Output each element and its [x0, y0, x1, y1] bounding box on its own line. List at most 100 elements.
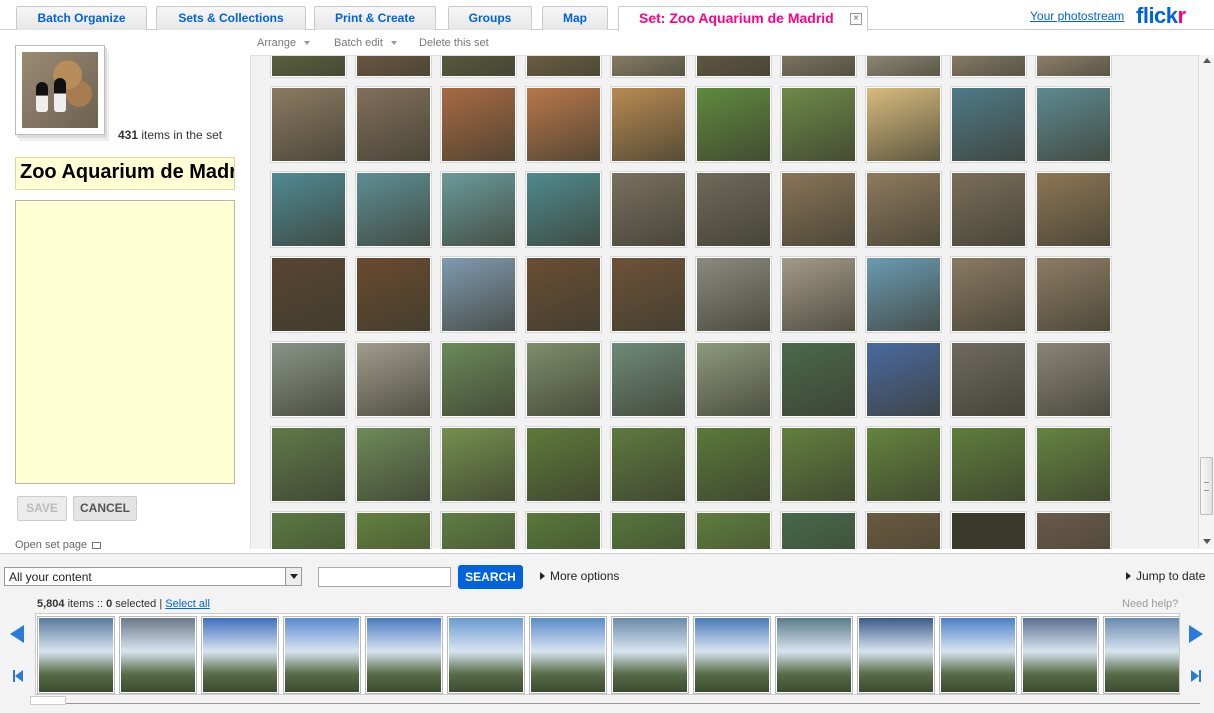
filmstrip-photo-thumbnail[interactable] — [530, 617, 606, 693]
filmstrip-photo-thumbnail[interactable] — [858, 617, 934, 693]
grid-photo-thumbnail[interactable] — [1036, 512, 1111, 549]
grid-photo-thumbnail[interactable] — [271, 87, 346, 162]
last-page-icon[interactable] — [1191, 670, 1201, 682]
grid-photo-thumbnail[interactable] — [271, 257, 346, 332]
grid-photo-thumbnail[interactable] — [1036, 172, 1111, 247]
need-help-link[interactable]: Need help? — [1122, 598, 1178, 610]
grid-photo-thumbnail[interactable] — [951, 512, 1026, 549]
filmstrip-photo-thumbnail[interactable] — [38, 617, 114, 693]
prev-page-icon[interactable] — [10, 625, 24, 643]
grid-photo-thumbnail[interactable] — [781, 257, 856, 332]
grid-photo-thumbnail[interactable] — [356, 56, 431, 77]
grid-photo-thumbnail[interactable] — [781, 56, 856, 77]
grid-photo-thumbnail[interactable] — [526, 342, 601, 417]
more-options-link[interactable]: More options — [540, 569, 619, 583]
grid-photo-thumbnail[interactable] — [696, 427, 771, 502]
search-button[interactable]: SEARCH — [458, 565, 523, 589]
grid-photo-thumbnail[interactable] — [951, 87, 1026, 162]
tab-set-zoo-aquarium[interactable]: Set: Zoo Aquarium de Madrid × — [618, 6, 868, 31]
grid-photo-thumbnail[interactable] — [356, 172, 431, 247]
arrange-menu[interactable]: Arrange — [257, 37, 311, 49]
grid-photo-thumbnail[interactable] — [781, 87, 856, 162]
grid-photo-thumbnail[interactable] — [611, 172, 686, 247]
grid-photo-thumbnail[interactable] — [441, 257, 516, 332]
grid-photo-thumbnail[interactable] — [526, 257, 601, 332]
grid-photo-thumbnail[interactable] — [441, 342, 516, 417]
grid-photo-thumbnail[interactable] — [951, 172, 1026, 247]
close-icon[interactable]: × — [850, 13, 862, 25]
grid-photo-thumbnail[interactable] — [441, 56, 516, 77]
grid-photo-thumbnail[interactable] — [1036, 342, 1111, 417]
grid-photo-thumbnail[interactable] — [271, 342, 346, 417]
grid-photo-thumbnail[interactable] — [866, 257, 941, 332]
grid-photo-thumbnail[interactable] — [781, 512, 856, 549]
set-description-field[interactable] — [15, 200, 235, 484]
grid-photo-thumbnail[interactable] — [1036, 427, 1111, 502]
grid-photo-thumbnail[interactable] — [271, 512, 346, 549]
grid-photo-thumbnail[interactable] — [781, 342, 856, 417]
grid-photo-thumbnail[interactable] — [611, 257, 686, 332]
filmstrip-scrollbar[interactable] — [30, 696, 1200, 705]
filmstrip-photo-thumbnail[interactable] — [366, 617, 442, 693]
grid-photo-thumbnail[interactable] — [951, 342, 1026, 417]
grid-photo-thumbnail[interactable] — [271, 172, 346, 247]
grid-photo-thumbnail[interactable] — [611, 56, 686, 77]
grid-photo-thumbnail[interactable] — [526, 87, 601, 162]
tab-map[interactable]: Map — [542, 6, 608, 30]
grid-photo-thumbnail[interactable] — [526, 172, 601, 247]
filmstrip-photo-thumbnail[interactable] — [940, 617, 1016, 693]
grid-photo-thumbnail[interactable] — [866, 87, 941, 162]
grid-photo-thumbnail[interactable] — [866, 172, 941, 247]
first-page-icon[interactable] — [13, 670, 23, 682]
grid-photo-thumbnail[interactable] — [866, 512, 941, 549]
scroll-down-icon[interactable] — [1203, 539, 1211, 544]
scroll-up-icon[interactable] — [1203, 58, 1211, 63]
open-set-page-link[interactable]: Open set page — [15, 539, 102, 551]
tab-print-create[interactable]: Print & Create — [314, 6, 436, 30]
grid-photo-thumbnail[interactable] — [781, 172, 856, 247]
grid-photo-thumbnail[interactable] — [271, 427, 346, 502]
grid-photo-thumbnail[interactable] — [951, 257, 1026, 332]
grid-photo-thumbnail[interactable] — [696, 172, 771, 247]
grid-photo-thumbnail[interactable] — [866, 342, 941, 417]
filmstrip-photo-thumbnail[interactable] — [448, 617, 524, 693]
grid-photo-thumbnail[interactable] — [1036, 257, 1111, 332]
tab-sets-collections[interactable]: Sets & Collections — [156, 6, 306, 30]
scroll-thumb[interactable] — [1200, 457, 1213, 515]
grid-photo-thumbnail[interactable] — [441, 87, 516, 162]
jump-to-date-link[interactable]: Jump to date — [1126, 569, 1205, 583]
grid-photo-thumbnail[interactable] — [356, 342, 431, 417]
grid-photo-thumbnail[interactable] — [441, 172, 516, 247]
next-page-icon[interactable] — [1189, 625, 1203, 643]
grid-photo-thumbnail[interactable] — [526, 512, 601, 549]
grid-photo-thumbnail[interactable] — [356, 512, 431, 549]
grid-photo-thumbnail[interactable] — [951, 427, 1026, 502]
grid-photo-thumbnail[interactable] — [356, 257, 431, 332]
grid-photo-thumbnail[interactable] — [696, 512, 771, 549]
cancel-button[interactable]: CANCEL — [73, 496, 137, 521]
tab-groups[interactable]: Groups — [448, 6, 532, 30]
filmstrip-photo-thumbnail[interactable] — [1022, 617, 1098, 693]
content-filter-select[interactable]: All your content — [4, 567, 302, 586]
set-title-field[interactable]: Zoo Aquarium de Madrid — [15, 157, 235, 190]
filmstrip-photo-thumbnail[interactable] — [120, 617, 196, 693]
grid-scrollbar[interactable] — [1198, 55, 1214, 549]
grid-photo-thumbnail[interactable] — [951, 56, 1026, 77]
tab-batch-organize[interactable]: Batch Organize — [16, 6, 147, 30]
grid-photo-thumbnail[interactable] — [696, 342, 771, 417]
grid-photo-thumbnail[interactable] — [1036, 56, 1111, 77]
grid-photo-thumbnail[interactable] — [1036, 87, 1111, 162]
filmstrip-photo-thumbnail[interactable] — [694, 617, 770, 693]
grid-photo-thumbnail[interactable] — [866, 56, 941, 77]
flickr-logo[interactable]: flickr — [1136, 3, 1186, 29]
grid-photo-thumbnail[interactable] — [356, 87, 431, 162]
grid-photo-thumbnail[interactable] — [866, 427, 941, 502]
set-primary-photo[interactable] — [15, 45, 105, 135]
grid-photo-thumbnail[interactable] — [441, 512, 516, 549]
grid-photo-thumbnail[interactable] — [526, 427, 601, 502]
filmstrip-photo-thumbnail[interactable] — [776, 617, 852, 693]
grid-photo-thumbnail[interactable] — [696, 56, 771, 77]
grid-photo-thumbnail[interactable] — [441, 427, 516, 502]
delete-set-link[interactable]: Delete this set — [419, 37, 489, 49]
grid-photo-thumbnail[interactable] — [696, 87, 771, 162]
